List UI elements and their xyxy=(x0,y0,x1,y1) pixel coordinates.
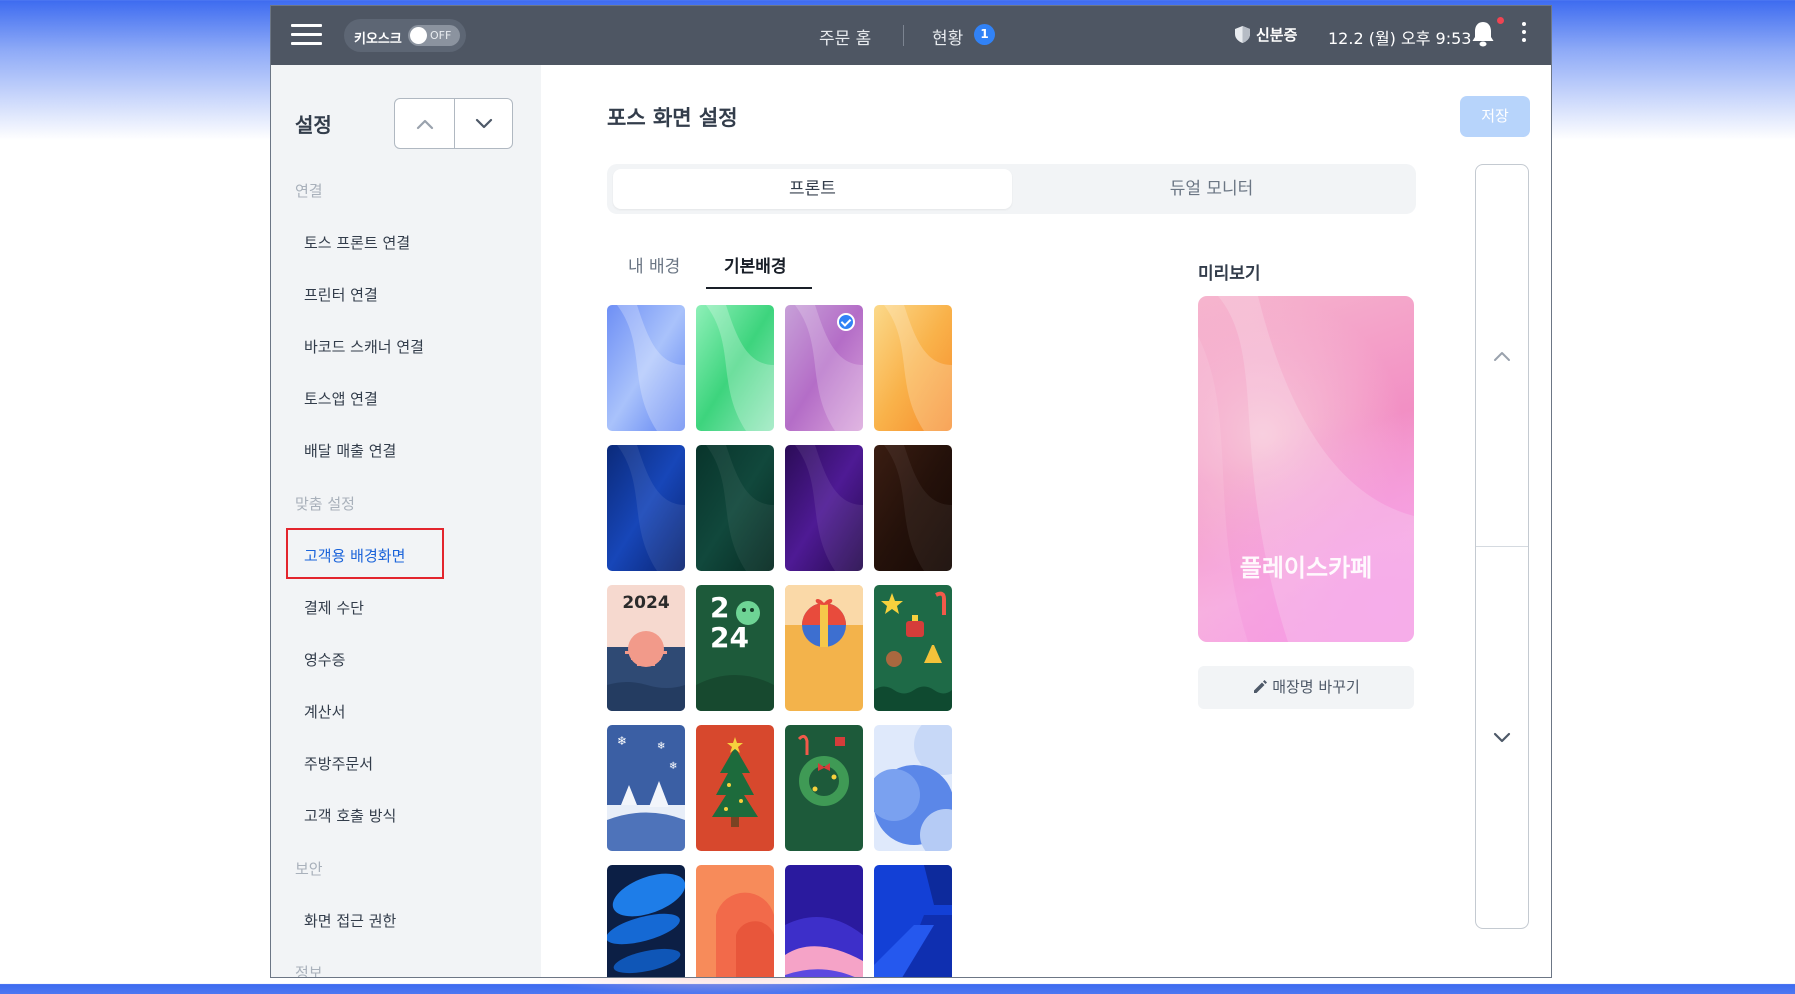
svg-text:❄: ❄ xyxy=(657,741,665,752)
bg-thumb-green-light[interactable] xyxy=(696,305,774,431)
thumb-2024-label: 2024 xyxy=(622,593,670,613)
bell-icon[interactable] xyxy=(1471,21,1495,51)
sidebar-item-tossapp[interactable]: 토스앱 연결 xyxy=(304,388,378,409)
sidebar-item-kitchen[interactable]: 주방주문서 xyxy=(304,753,373,774)
scroll-down-button[interactable] xyxy=(1476,547,1528,928)
subtab-default-background[interactable]: 기본배경 xyxy=(724,252,787,277)
kiosk-toggle[interactable]: OFF xyxy=(408,25,460,46)
datetime: 12.2 (월) 오후 9:53 xyxy=(1328,29,1472,48)
bg-thumb-indigo-hills[interactable] xyxy=(785,865,863,977)
subtab-my-background[interactable]: 내 배경 xyxy=(628,252,680,277)
sidebar-item-printer[interactable]: 프린터 연결 xyxy=(304,284,378,305)
section-connect: 연결 xyxy=(295,182,323,200)
sidebar-item-access[interactable]: 화면 접근 권한 xyxy=(304,910,396,931)
section-security: 보안 xyxy=(295,860,323,878)
id-card-button[interactable]: 신분증 xyxy=(1235,24,1297,45)
chevron-down-icon xyxy=(1493,732,1511,742)
save-button[interactable]: 저장 xyxy=(1460,96,1530,137)
sidebar-item-invoice[interactable]: 계산서 xyxy=(304,701,345,722)
pencil-icon xyxy=(1254,680,1268,693)
chevron-down-button[interactable] xyxy=(454,99,513,148)
bg-thumb-blue-waves[interactable] xyxy=(874,725,952,851)
preview-label: 미리보기 xyxy=(1198,264,1261,284)
id-card-label: 신분증 xyxy=(1256,26,1298,44)
bg-thumb-purple-light[interactable] xyxy=(785,305,863,431)
thumb-24-label-a: 2 xyxy=(710,591,730,624)
nav-divider xyxy=(903,25,904,46)
bg-thumb-christmas-icons[interactable] xyxy=(874,585,952,711)
bg-thumb-green-dark[interactable] xyxy=(696,445,774,571)
menu-icon[interactable] xyxy=(291,24,322,46)
nav-status[interactable]: 현황 xyxy=(932,24,963,49)
top-bar: 키오스크 OFF 주문 홈 현황 1 신분증 12.2 (월) 오후 9:53 xyxy=(271,6,1551,65)
preview-store-name: 플레이스카페 xyxy=(1239,554,1373,582)
bg-thumb-purple-dark[interactable] xyxy=(785,445,863,571)
chevron-up-icon xyxy=(416,119,433,129)
bg-thumb-2024-dragon[interactable]: 2 24 xyxy=(696,585,774,711)
sidebar-title: 설정 xyxy=(295,113,332,137)
thumb-24-label-b: 24 xyxy=(710,621,749,654)
rename-store-label: 매장명 바꾸기 xyxy=(1272,678,1360,696)
section-custom: 맞춤 설정 xyxy=(295,495,355,513)
bg-thumb-blue-ribbons[interactable] xyxy=(607,865,685,977)
tab-dual-monitor[interactable]: 듀얼 모니터 xyxy=(1012,169,1411,209)
bg-thumb-blue-light[interactable] xyxy=(607,305,685,431)
selected-check-icon xyxy=(837,313,855,331)
settings-sidebar: 설정 연결 토스 프론트 연결 프린터 연결 바코드 스캐너 연결 토스앱 연결… xyxy=(271,65,541,978)
page-title: 포스 화면 설정 xyxy=(607,106,738,130)
bg-thumb-blue-geometric[interactable] xyxy=(874,865,952,977)
tab-front[interactable]: 프론트 xyxy=(613,169,1012,209)
sidebar-item-barcode[interactable]: 바코드 스캐너 연결 xyxy=(304,336,424,357)
chevron-down-icon xyxy=(475,118,492,128)
background-preview: 플레이스카페 xyxy=(1198,296,1414,642)
scroll-up-button[interactable] xyxy=(1476,165,1528,547)
rename-store-button[interactable]: 매장명 바꾸기 xyxy=(1198,666,1414,709)
display-segment-control: 프론트 듀얼 모니터 xyxy=(607,164,1416,214)
sidebar-item-toss-front[interactable]: 토스 프론트 연결 xyxy=(304,232,410,253)
kiosk-toggle-state: OFF xyxy=(430,29,452,42)
bg-thumb-orange-arch[interactable] xyxy=(696,865,774,977)
bg-thumb-orange-light[interactable] xyxy=(874,305,952,431)
toggle-knob xyxy=(410,27,427,44)
sidebar-nav-buttons xyxy=(394,98,513,149)
sidebar-item-payment[interactable]: 결제 수단 xyxy=(304,597,364,618)
chevron-up-button[interactable] xyxy=(395,99,455,148)
sidebar-item-receipt[interactable]: 영수증 xyxy=(304,649,345,670)
chevron-up-icon xyxy=(1494,351,1510,361)
subtab-active-indicator xyxy=(706,287,812,289)
shield-icon xyxy=(1235,26,1250,43)
preview-swoosh xyxy=(1198,296,1414,642)
bg-thumb-christmas-tree[interactable] xyxy=(696,725,774,851)
nav-order-home[interactable]: 주문 홈 xyxy=(819,24,871,49)
bg-thumb-gift-bag[interactable] xyxy=(785,585,863,711)
notification-dot xyxy=(1497,17,1504,24)
bg-thumb-snowy-trees[interactable]: ❄ ❄ ❄ xyxy=(607,725,685,851)
bg-thumb-blue-dark[interactable] xyxy=(607,445,685,571)
sidebar-item-delivery[interactable]: 배달 매출 연결 xyxy=(304,440,396,461)
page-scroller xyxy=(1475,164,1529,929)
bg-thumb-christmas-wreath[interactable] xyxy=(785,725,863,851)
svg-text:❄: ❄ xyxy=(617,734,627,748)
kiosk-switch: 키오스크 OFF xyxy=(344,19,466,52)
pos-app-window: 키오스크 OFF 주문 홈 현황 1 신분증 12.2 (월) 오후 9:53 … xyxy=(270,5,1552,978)
status-badge: 1 xyxy=(974,24,995,45)
sidebar-item-customer-bg[interactable]: 고객용 배경화면 xyxy=(304,545,405,566)
more-icon[interactable] xyxy=(1521,22,1527,46)
bg-thumb-2024-sunset[interactable]: 2024 xyxy=(607,585,685,711)
svg-text:❄: ❄ xyxy=(669,761,677,772)
section-info: 정보 xyxy=(295,964,323,978)
kiosk-label: 키오스크 xyxy=(354,32,402,47)
bg-thumb-brown-dark[interactable] xyxy=(874,445,952,571)
sidebar-item-call[interactable]: 고객 호출 방식 xyxy=(304,805,396,826)
